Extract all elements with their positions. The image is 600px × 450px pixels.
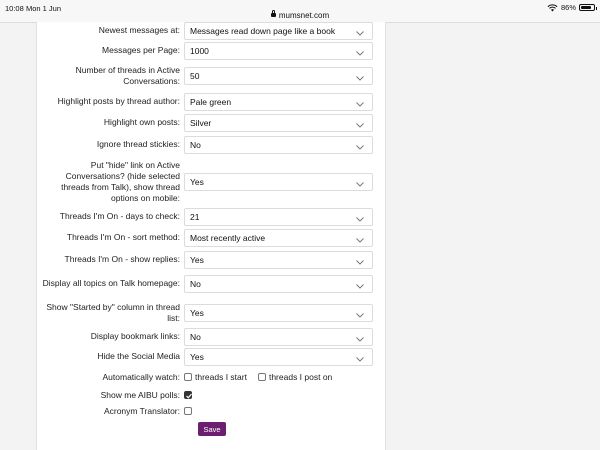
settings-panel: Newest messages at: Messages read down pa… bbox=[36, 22, 386, 450]
setting-row: Show "Started by" column in thread list:… bbox=[37, 301, 387, 324]
chevron-down-icon bbox=[356, 334, 364, 342]
battery-icon bbox=[579, 4, 597, 11]
setting-label: Highlight own posts: bbox=[103, 117, 180, 127]
setting-row: Hide the Social Media Yes bbox=[37, 348, 387, 366]
setting-label: Hide the Social Media bbox=[97, 351, 180, 361]
setting-dropdown[interactable]: Most recently active bbox=[184, 229, 373, 247]
setting-label: Threads I'm On - days to check: bbox=[59, 211, 180, 221]
chevron-down-icon bbox=[356, 120, 364, 128]
url-text: mumsnet.com bbox=[278, 11, 330, 20]
setting-row: Put "hide" link on Active Conversations?… bbox=[37, 159, 387, 204]
setting-value: Silver bbox=[190, 118, 212, 128]
setting-value: 21 bbox=[190, 212, 200, 222]
aibu-label: Show me AIBU polls: bbox=[100, 389, 180, 400]
status-bar: 10:08 Mon 1 Jun mumsnet.com 86% bbox=[0, 0, 600, 23]
setting-dropdown[interactable]: 1000 bbox=[184, 42, 373, 60]
setting-value: Messages read down page like a book bbox=[190, 26, 336, 36]
setting-row: Highlight posts by thread author: Pale gr… bbox=[37, 93, 387, 111]
setting-value: 1000 bbox=[190, 46, 209, 56]
setting-value: Most recently active bbox=[190, 233, 266, 243]
setting-dropdown[interactable]: No bbox=[184, 275, 373, 293]
chevron-down-icon bbox=[356, 142, 364, 150]
auto-watch-label: Automatically watch: bbox=[102, 371, 180, 382]
setting-label: Threads I'm On - show replies: bbox=[64, 254, 180, 264]
setting-dropdown[interactable]: Yes bbox=[184, 173, 373, 191]
setting-row: Threads I'm On - sort method: Most recent… bbox=[37, 229, 387, 247]
setting-label: Display bookmark links: bbox=[90, 331, 180, 341]
setting-dropdown[interactable]: No bbox=[184, 328, 373, 346]
setting-value: Yes bbox=[190, 352, 204, 362]
setting-dropdown[interactable]: No bbox=[184, 136, 373, 154]
setting-value: No bbox=[190, 332, 201, 342]
setting-row: Highlight own posts: Silver bbox=[37, 114, 387, 132]
setting-value: No bbox=[190, 140, 201, 150]
setting-dropdown[interactable]: 50 bbox=[184, 67, 373, 85]
acronym-translator-checkbox[interactable] bbox=[184, 407, 192, 415]
lock-icon bbox=[270, 10, 276, 17]
setting-label: Put "hide" link on Active Conversations?… bbox=[61, 159, 180, 203]
aibu-row: Show me AIBU polls: bbox=[37, 388, 387, 402]
chevron-down-icon bbox=[356, 214, 364, 222]
setting-value: Yes bbox=[190, 177, 204, 187]
chevron-down-icon bbox=[356, 179, 364, 187]
chevron-down-icon bbox=[356, 48, 364, 56]
setting-row: Number of threads in Active Conversation… bbox=[37, 64, 387, 87]
chevron-down-icon bbox=[356, 310, 364, 318]
setting-label: Show "Started by" column in thread list: bbox=[46, 301, 180, 323]
setting-label: Messages per Page: bbox=[102, 45, 180, 55]
setting-row: Display all topics on Talk homepage: No bbox=[37, 272, 387, 295]
setting-row: Ignore thread stickies: No bbox=[37, 136, 387, 154]
threads-i-start-label: threads I start bbox=[195, 372, 247, 382]
chevron-down-icon bbox=[356, 281, 364, 289]
chevron-down-icon bbox=[356, 235, 364, 243]
setting-value: Yes bbox=[190, 255, 204, 265]
setting-label: Newest messages at: bbox=[98, 25, 180, 35]
setting-row: Display bookmark links: No bbox=[37, 328, 387, 346]
setting-label: Display all topics on Talk homepage: bbox=[42, 278, 180, 288]
setting-row: Threads I'm On - days to check: 21 bbox=[37, 208, 387, 226]
chevron-down-icon bbox=[356, 354, 364, 362]
auto-watch-row: Automatically watch: threads I start thr… bbox=[37, 370, 387, 384]
setting-label: Threads I'm On - sort method: bbox=[66, 232, 180, 242]
setting-value: 50 bbox=[190, 71, 200, 81]
wifi-icon bbox=[547, 3, 558, 12]
setting-row: Messages per Page: 1000 bbox=[37, 42, 387, 60]
chevron-down-icon bbox=[356, 73, 364, 81]
battery-percent: 86% bbox=[560, 3, 576, 12]
setting-label: Number of threads in Active Conversation… bbox=[75, 64, 180, 86]
setting-value: No bbox=[190, 279, 201, 289]
setting-dropdown[interactable]: Silver bbox=[184, 114, 373, 132]
setting-dropdown[interactable]: Pale green bbox=[184, 93, 373, 111]
setting-dropdown[interactable]: Yes bbox=[184, 251, 373, 269]
save-button[interactable]: Save bbox=[198, 422, 226, 436]
setting-dropdown[interactable]: Yes bbox=[184, 348, 373, 366]
threads-i-post-on-checkbox[interactable] bbox=[257, 373, 266, 381]
setting-row: Newest messages at: Messages read down pa… bbox=[37, 22, 387, 40]
chevron-down-icon bbox=[356, 99, 364, 107]
chevron-down-icon bbox=[356, 257, 364, 265]
setting-value: Pale green bbox=[190, 97, 232, 107]
acronym-label: Acronym Translator: bbox=[103, 405, 180, 416]
threads-i-post-on-label: threads I post on bbox=[268, 372, 333, 382]
acronym-row: Acronym Translator: bbox=[37, 404, 387, 418]
setting-label: Ignore thread stickies: bbox=[96, 139, 180, 149]
threads-i-start-checkbox[interactable] bbox=[184, 373, 192, 381]
chevron-down-icon bbox=[356, 28, 364, 36]
setting-dropdown[interactable]: Yes bbox=[184, 304, 373, 322]
setting-dropdown[interactable]: 21 bbox=[184, 208, 373, 226]
setting-value: Yes bbox=[190, 308, 204, 318]
setting-row: Threads I'm On - show replies: Yes bbox=[37, 251, 387, 269]
setting-dropdown[interactable]: Messages read down page like a book bbox=[184, 22, 373, 40]
status-indicators: 86% bbox=[547, 3, 597, 12]
aibu-polls-checkbox[interactable] bbox=[184, 391, 192, 399]
address-bar[interactable]: mumsnet.com bbox=[0, 10, 600, 20]
setting-label: Highlight posts by thread author: bbox=[57, 96, 180, 106]
